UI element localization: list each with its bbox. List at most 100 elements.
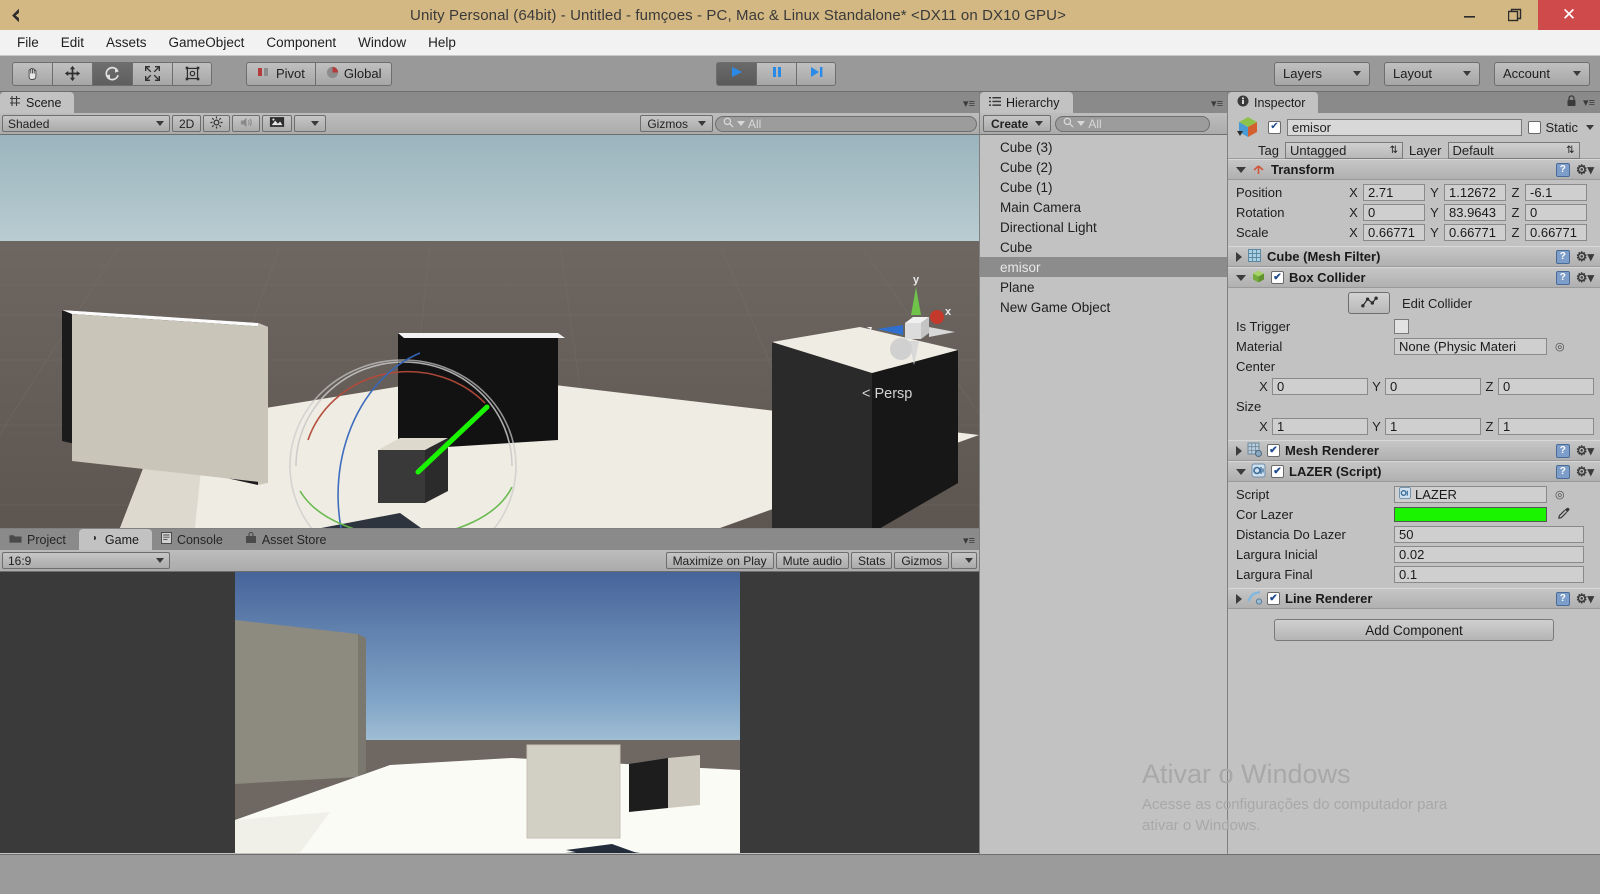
inspector-panel-menu-icon[interactable]: ▾≡ [1583,96,1595,109]
account-dropdown[interactable]: Account [1494,61,1590,86]
add-component-button[interactable]: Add Component [1274,619,1554,641]
foldout-open-icon[interactable] [1236,166,1246,173]
move-tool-button[interactable] [52,61,92,86]
scale-x-field[interactable]: 0.66771 [1363,223,1425,241]
tab-scene[interactable]: Scene [0,92,75,113]
hierarchy-panel-menu-icon[interactable]: ▾≡ [1211,97,1223,110]
scene-panel-menu-icon[interactable]: ▾≡ [963,97,975,110]
menu-edit[interactable]: Edit [50,32,95,53]
center-x-field[interactable]: 0 [1272,377,1368,395]
rotate-tool-button[interactable] [92,61,132,86]
layout-dropdown[interactable]: Layout [1384,61,1480,86]
tag-dropdown[interactable]: Untagged ⇅ [1284,141,1403,159]
script-object-field[interactable]: LAZER [1394,485,1547,503]
gear-icon[interactable]: ⚙▾ [1576,464,1594,480]
mesh-renderer-enabled-checkbox[interactable]: ✔ [1267,444,1280,457]
hand-tool-button[interactable] [12,61,52,86]
hierarchy-item-plane[interactable]: Plane [980,277,1227,297]
hierarchy-item-emisor[interactable]: emisor [980,257,1227,277]
material-object-field[interactable]: None (Physic Materi [1394,337,1547,355]
create-button[interactable]: Create [983,115,1052,132]
hierarchy-item-cube-3[interactable]: Cube (3) [980,137,1227,157]
shading-mode-dropdown[interactable]: Shaded [2,115,170,132]
cor-lazer-color-swatch[interactable] [1394,506,1547,522]
menu-file[interactable]: File [6,32,50,53]
component-header-lazer-script[interactable]: ✔ LAZER (Script) ? ⚙▾ [1228,461,1600,482]
center-y-field[interactable]: 0 [1385,377,1481,395]
scene-audio-button[interactable] [232,115,261,132]
scene-viewport[interactable]: y x z < Persp [0,135,979,528]
box-collider-enabled-checkbox[interactable]: ✔ [1271,271,1284,284]
maximize-on-play-button[interactable]: Maximize on Play [665,552,774,569]
tab-console[interactable]: Console [151,529,236,550]
help-icon[interactable]: ? [1555,464,1570,479]
scene-search-input[interactable]: All [715,115,977,132]
distancia-field[interactable]: 50 [1394,525,1584,543]
hierarchy-item-cube-2[interactable]: Cube (2) [980,157,1227,177]
position-y-field[interactable]: 1.12672 [1444,183,1506,201]
hierarchy-item-main-camera[interactable]: Main Camera [980,197,1227,217]
component-header-mesh-filter[interactable]: Cube (Mesh Filter) ? ⚙▾ [1228,246,1600,267]
mute-audio-button[interactable]: Mute audio [775,552,849,569]
scene-fx-button[interactable] [262,115,293,132]
layers-dropdown[interactable]: Layers [1274,61,1370,86]
scale-z-field[interactable]: 0.66771 [1525,223,1587,241]
play-button[interactable] [716,61,756,86]
chevron-down-icon[interactable] [1586,124,1594,130]
minimize-button[interactable] [1446,0,1492,30]
game-gizmos-button[interactable]: Gizmos [894,552,949,569]
menu-gameobject[interactable]: GameObject [158,32,256,53]
game-viewport[interactable] [0,572,979,853]
gear-icon[interactable]: ⚙▾ [1576,270,1594,286]
help-icon[interactable]: ? [1555,162,1570,177]
step-button[interactable] [796,61,836,86]
menu-window[interactable]: Window [347,32,417,53]
foldout-open-icon[interactable] [1236,274,1246,281]
component-header-transform[interactable]: Transform ? ⚙▾ [1228,159,1600,180]
hierarchy-search-input[interactable]: All [1055,115,1211,132]
aspect-ratio-dropdown[interactable]: 16:9 [2,552,170,569]
edit-collider-button[interactable] [1348,292,1390,314]
size-y-field[interactable]: 1 [1385,417,1481,435]
global-button[interactable]: Global [314,61,393,86]
rotation-y-field[interactable]: 83.9643 [1444,203,1506,221]
menu-component[interactable]: Component [255,32,347,53]
eyedropper-icon[interactable] [1557,506,1571,523]
gear-icon[interactable]: ⚙▾ [1576,162,1594,178]
scene-lighting-button[interactable] [203,115,231,132]
gameobject-name-field[interactable]: emisor [1287,118,1523,136]
foldout-closed-icon[interactable] [1236,593,1242,604]
tab-asset-store[interactable]: Asset Store [235,529,340,550]
rotation-x-field[interactable]: 0 [1363,203,1425,221]
foldout-closed-icon[interactable] [1236,445,1242,456]
menu-help[interactable]: Help [417,32,467,53]
scale-y-field[interactable]: 0.66771 [1444,223,1506,241]
tab-game[interactable]: Game [78,529,152,550]
position-z-field[interactable]: -6.1 [1525,183,1587,201]
foldout-closed-icon[interactable] [1236,251,1242,262]
hierarchy-item-new-game-object[interactable]: New Game Object [980,297,1227,317]
game-panel-menu-icon[interactable]: ▾≡ [963,534,975,547]
script-picker-icon[interactable]: ◎ [1555,488,1565,501]
line-renderer-enabled-checkbox[interactable]: ✔ [1267,592,1280,605]
largura-final-field[interactable]: 0.1 [1394,565,1584,583]
gear-icon[interactable]: ⚙▾ [1576,443,1594,459]
tab-hierarchy[interactable]: Hierarchy [980,92,1073,113]
pivot-button[interactable]: Pivot [246,61,315,86]
material-picker-icon[interactable]: ◎ [1555,340,1565,353]
rect-transform-tool-button[interactable] [172,61,212,86]
gear-icon[interactable]: ⚙▾ [1576,249,1594,265]
pause-button[interactable] [756,61,796,86]
hierarchy-item-directional-light[interactable]: Directional Light [980,217,1227,237]
component-header-mesh-renderer[interactable]: ✔ Mesh Renderer ? ⚙▾ [1228,440,1600,461]
help-icon[interactable]: ? [1555,249,1570,264]
size-x-field[interactable]: 1 [1272,417,1368,435]
lock-icon[interactable] [1566,95,1577,110]
menu-assets[interactable]: Assets [95,32,158,53]
foldout-open-icon[interactable] [1236,468,1246,475]
position-x-field[interactable]: 2.71 [1363,183,1425,201]
help-icon[interactable]: ? [1555,443,1570,458]
largura-inicial-field[interactable]: 0.02 [1394,545,1584,563]
help-icon[interactable]: ? [1555,270,1570,285]
tab-inspector[interactable]: Inspector [1228,92,1319,113]
